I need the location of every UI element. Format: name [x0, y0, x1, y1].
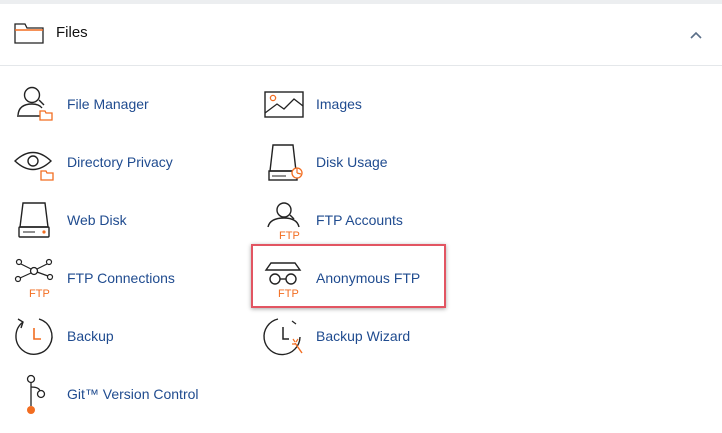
chevron-up-icon[interactable] [684, 25, 708, 45]
ftp-connections-icon-text: FTP [29, 288, 50, 299]
backup-icon [15, 318, 53, 355]
ftp-accounts-link[interactable]: FTP FTP Accounts [262, 198, 403, 242]
git-version-control-icon [26, 374, 46, 414]
files-panel-header[interactable]: Files [0, 4, 722, 66]
disk-usage-icon [268, 144, 303, 181]
anonymous-ftp-highlight [251, 244, 446, 308]
git-version-control-label: Git™ Version Control [67, 386, 199, 402]
section-title: Files [56, 24, 88, 41]
web-disk-icon [18, 202, 50, 238]
directory-privacy-link[interactable]: Directory Privacy [13, 140, 173, 184]
folder-icon [14, 23, 44, 44]
images-label: Images [316, 96, 362, 112]
web-disk-link[interactable]: Web Disk [13, 198, 127, 242]
backup-label: Backup [67, 328, 114, 344]
ftp-accounts-icon: FTP [267, 202, 300, 241]
disk-usage-link[interactable]: Disk Usage [262, 140, 388, 184]
file-manager-icon [17, 86, 53, 121]
file-manager-label: File Manager [67, 96, 149, 112]
file-manager-link[interactable]: File Manager [13, 82, 149, 126]
disk-usage-label: Disk Usage [316, 154, 388, 170]
directory-privacy-label: Directory Privacy [67, 154, 173, 170]
images-link[interactable]: Images [262, 82, 362, 126]
backup-wizard-label: Backup Wizard [316, 328, 411, 344]
backup-wizard-icon [263, 318, 303, 356]
directory-privacy-icon [13, 151, 54, 181]
backup-wizard-link[interactable]: Backup Wizard [262, 314, 410, 358]
images-icon [264, 91, 304, 118]
ftp-connections-label: FTP Connections [67, 270, 175, 286]
ftp-accounts-label: FTP Accounts [316, 212, 403, 228]
ftp-accounts-icon-text: FTP [279, 230, 300, 241]
ftp-connections-icon: FTP [14, 258, 54, 299]
backup-link[interactable]: Backup [13, 314, 114, 358]
git-version-control-link[interactable]: Git™ Version Control [13, 372, 199, 416]
web-disk-label: Web Disk [67, 212, 127, 228]
ftp-connections-link[interactable]: FTP FTP Connections [13, 256, 175, 300]
